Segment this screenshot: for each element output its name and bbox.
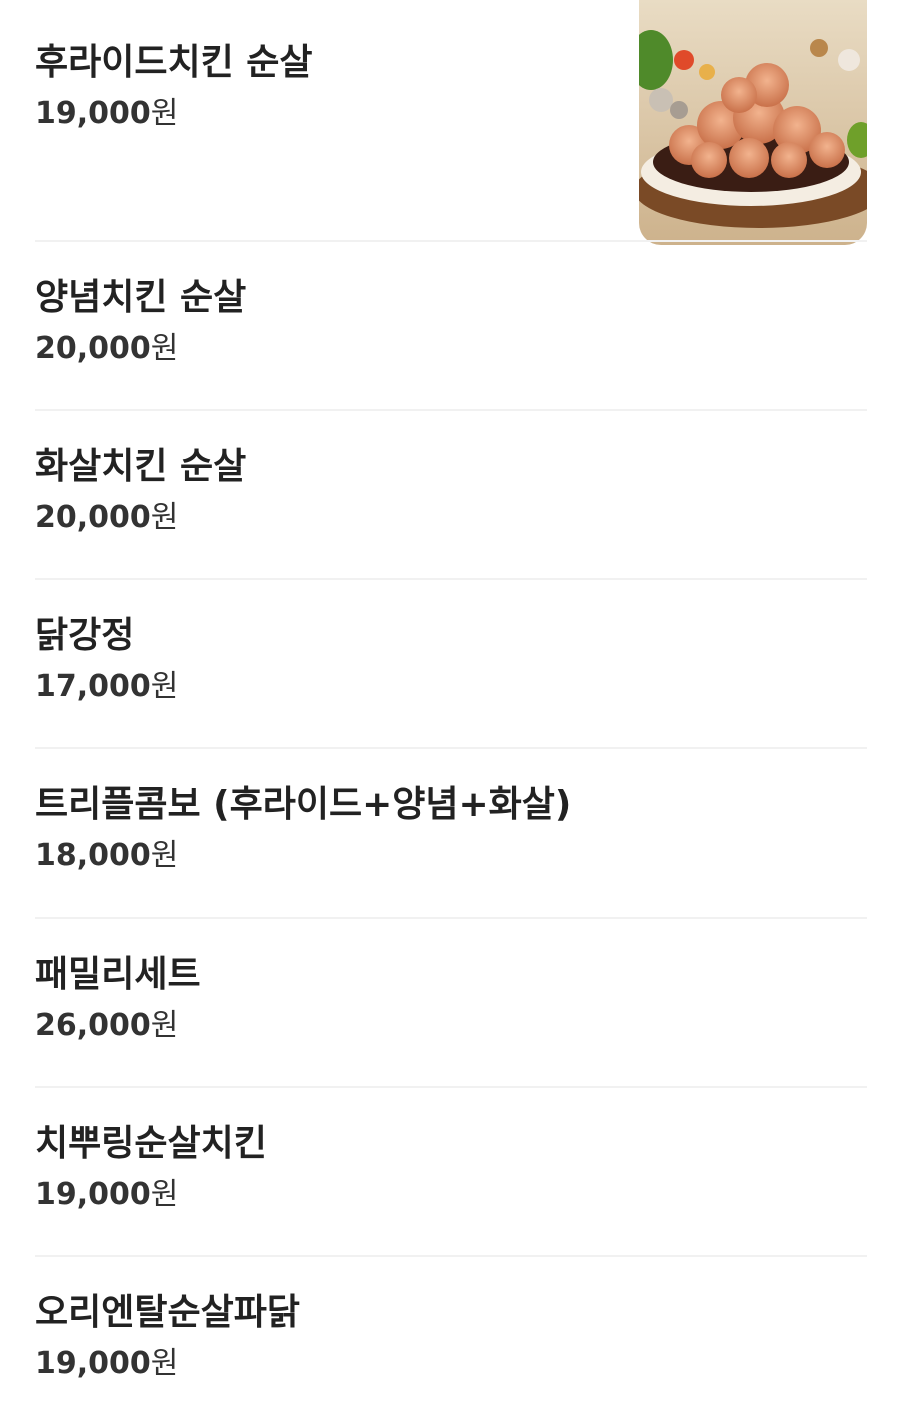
menu-item[interactable]: 트리플콤보 (후라이드+양념+화살) 18,000원 [35, 782, 867, 892]
divider [35, 578, 867, 580]
menu-item-price: 19,000원 [35, 96, 179, 131]
menu-item[interactable]: 양념치킨 순살 20,000원 [35, 275, 867, 385]
menu-item-name: 치뿌링순살치킨 [35, 1123, 267, 1164]
divider [35, 917, 867, 919]
menu-item-price: 19,000원 [35, 1177, 179, 1212]
divider [35, 409, 867, 411]
menu-item[interactable]: 오리엔탈순살파닭 19,000원 [35, 1290, 867, 1400]
menu-item-price: 26,000원 [35, 1008, 179, 1043]
menu-item[interactable]: 후라이드치킨 순살 19,000원 [35, 0, 867, 245]
menu-item-name: 닭강정 [35, 615, 135, 656]
divider [35, 747, 867, 749]
menu-item-name: 패밀리세트 [35, 954, 201, 995]
menu-item[interactable]: 패밀리세트 26,000원 [35, 952, 867, 1062]
menu-item-name: 오리엔탈순살파닭 [35, 1292, 300, 1333]
menu-item[interactable]: 닭강정 17,000원 [35, 613, 867, 723]
menu-item-name: 후라이드치킨 순살 [35, 42, 313, 83]
menu-item-price: 17,000원 [35, 669, 179, 704]
menu-item-name: 화살치킨 순살 [35, 446, 247, 487]
divider [35, 1255, 867, 1257]
menu-item-price: 18,000원 [35, 838, 179, 873]
menu-item-name: 양념치킨 순살 [35, 277, 247, 318]
menu-item-photo[interactable] [639, 0, 867, 245]
menu-list: 후라이드치킨 순살 19,000원 양념치킨 순살 20,000원 화살치킨 순… [0, 0, 900, 1409]
menu-item-price: 19,000원 [35, 1346, 179, 1381]
divider [35, 1086, 867, 1088]
menu-item-name: 트리플콤보 (후라이드+양념+화살) [35, 784, 572, 825]
menu-item[interactable]: 화살치킨 순살 20,000원 [35, 444, 867, 554]
menu-item-price: 20,000원 [35, 500, 179, 535]
menu-item[interactable]: 치뿌링순살치킨 19,000원 [35, 1121, 867, 1231]
divider [35, 240, 867, 242]
menu-item-price: 20,000원 [35, 331, 179, 366]
